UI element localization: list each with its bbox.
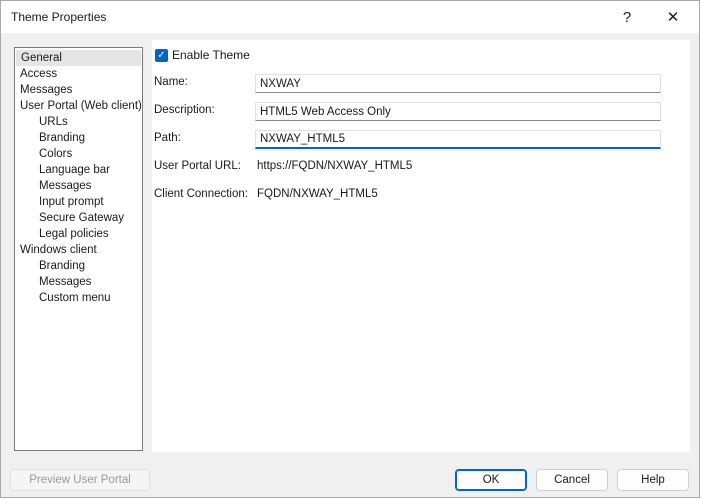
nav-item-colors[interactable]: Colors	[15, 146, 142, 162]
path-input[interactable]	[255, 130, 661, 149]
nav-item-user-portal-web-client[interactable]: User Portal (Web client)	[15, 98, 142, 114]
nav-item-access[interactable]: Access	[15, 66, 142, 82]
title-bar: Theme Properties ? ✕	[1, 1, 699, 33]
close-icon[interactable]: ✕	[651, 1, 695, 33]
portal-url-value: https://FQDN/NXWAY_HTML5	[257, 160, 413, 172]
cancel-button[interactable]: Cancel	[536, 469, 608, 491]
nav-item-input-prompt[interactable]: Input prompt	[15, 194, 142, 210]
name-input[interactable]	[255, 74, 661, 93]
navigation-tree[interactable]: General Access Messages User Portal (Web cl…	[14, 47, 143, 451]
nav-item-messages[interactable]: Messages	[15, 274, 142, 290]
nav-item-secure-gateway[interactable]: Secure Gateway	[15, 210, 142, 226]
nav-item-language-bar[interactable]: Language bar	[15, 162, 142, 178]
nav-item-custom-menu[interactable]: Custom menu	[15, 290, 142, 306]
checkmark-icon: ✓	[157, 49, 166, 61]
nav-item-branding[interactable]: Branding	[15, 130, 142, 146]
description-input[interactable]	[255, 102, 661, 121]
nav-item-branding[interactable]: Branding	[15, 258, 142, 274]
general-pane: ✓ Enable Theme Name: Description: Path: …	[152, 40, 690, 452]
client-connection-value: FQDN/NXWAY_HTML5	[257, 188, 378, 200]
enable-theme-checkbox-row[interactable]: ✓ Enable Theme	[155, 48, 250, 62]
description-label: Description:	[154, 104, 215, 116]
nav-item-messages[interactable]: Messages	[15, 178, 142, 194]
portal-url-label: User Portal URL:	[154, 160, 241, 172]
nav-item-general[interactable]: General	[16, 50, 141, 66]
client-connection-label: Client Connection:	[154, 188, 248, 200]
help-button[interactable]: Help	[617, 469, 689, 491]
enable-theme-label: Enable Theme	[172, 48, 250, 62]
enable-theme-checkbox[interactable]: ✓	[155, 48, 168, 62]
help-icon[interactable]: ?	[605, 1, 649, 33]
nav-item-legal-policies[interactable]: Legal policies	[15, 226, 142, 242]
window-title: Theme Properties	[11, 10, 107, 24]
nav-item-windows-client[interactable]: Windows client	[15, 242, 142, 258]
nav-item-messages[interactable]: Messages	[15, 82, 142, 98]
name-label: Name:	[154, 76, 188, 88]
ok-button[interactable]: OK	[455, 469, 527, 491]
nav-item-urls[interactable]: URLs	[15, 114, 142, 130]
path-label: Path:	[154, 132, 181, 144]
preview-user-portal-button[interactable]: Preview User Portal	[10, 469, 150, 491]
